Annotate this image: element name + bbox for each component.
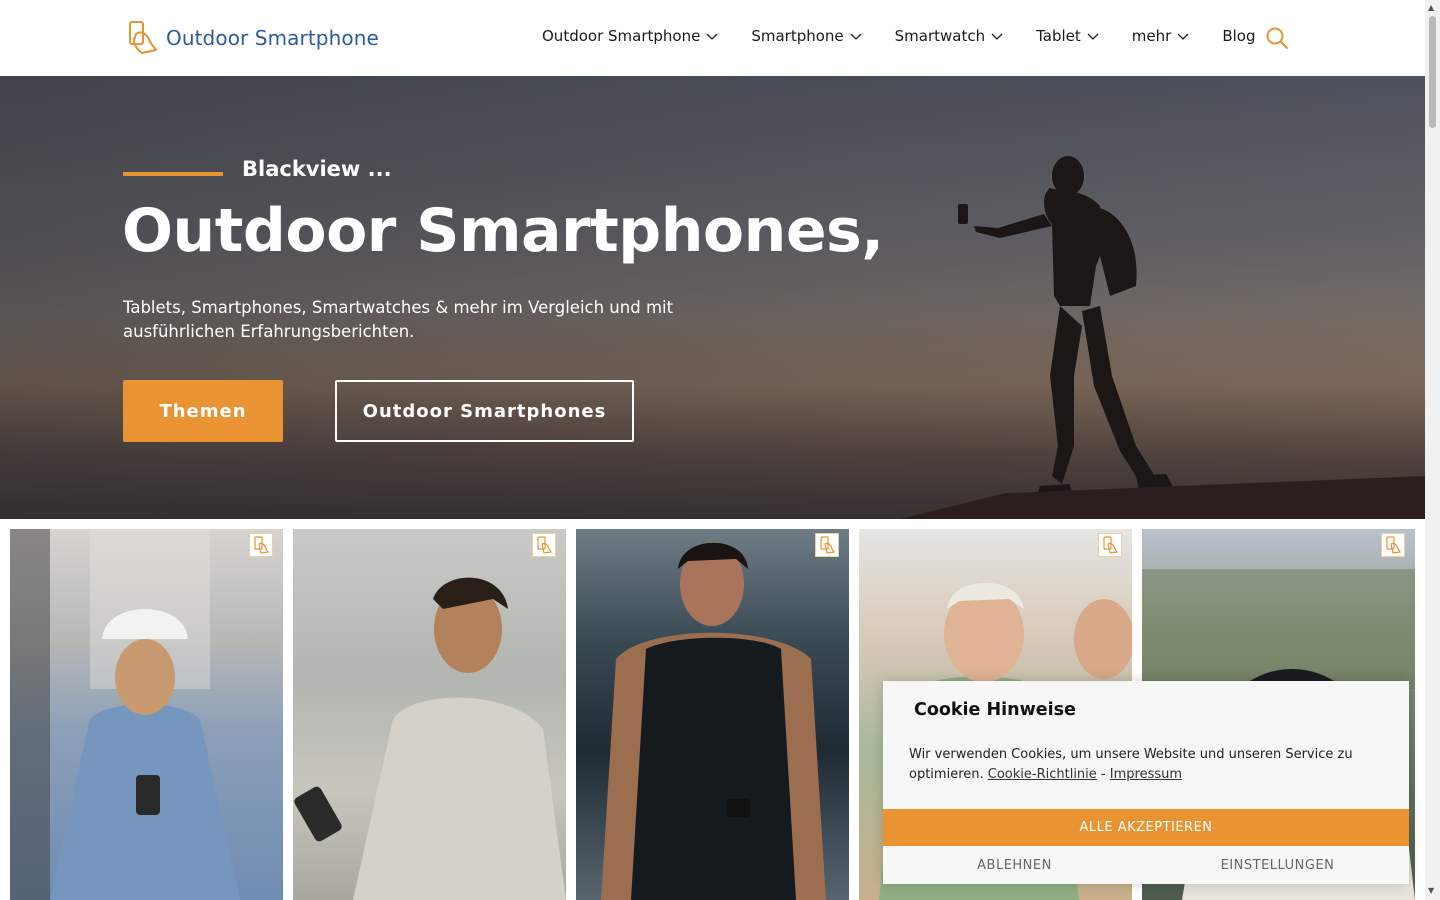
cookie-title: Cookie Hinweise — [914, 700, 1076, 720]
article-card[interactable] — [576, 529, 849, 900]
nav-item-label: Smartphone — [751, 27, 844, 45]
nav-item-label: Outdoor Smartphone — [542, 27, 701, 45]
man-phone-photo — [294, 577, 566, 900]
article-card[interactable] — [10, 529, 283, 900]
logo-text: Outdoor Smartphone — [166, 26, 379, 50]
nav-item-outdoor-smartphone[interactable]: Outdoor Smartphone — [542, 27, 718, 45]
chevron-down-icon — [706, 33, 718, 40]
accept-all-button[interactable]: ALLE AKZEPTIEREN — [883, 809, 1409, 846]
chevron-down-icon — [850, 33, 862, 40]
chevron-down-icon — [991, 33, 1003, 40]
nav-item-smartphone[interactable]: Smartphone — [751, 27, 862, 45]
imprint-link[interactable]: Impressum — [1110, 767, 1182, 782]
nav-item-label: Tablet — [1036, 27, 1081, 45]
themen-button[interactable]: Themen — [123, 380, 283, 442]
hero-section: Blackview ... Outdoor Smartphones, Table… — [0, 76, 1425, 519]
nav-item-label: Smartwatch — [894, 27, 986, 45]
nav-item-mehr[interactable]: mehr — [1132, 27, 1190, 45]
nav-item-label: mehr — [1131, 27, 1172, 45]
cookie-text: Wir verwenden Cookies, um unsere Website… — [909, 745, 1379, 785]
chevron-down-icon — [1177, 33, 1189, 40]
nav-item-label: Blog — [1222, 27, 1256, 45]
phone-logo-icon — [249, 533, 273, 557]
cookie-policy-link[interactable]: Cookie-Richtlinie — [988, 767, 1097, 782]
nav-item-blog[interactable]: Blog — [1222, 27, 1255, 45]
hero-subtitle: Tablets, Smartphones, Smartwatches & meh… — [123, 298, 674, 341]
main-nav: Outdoor Smartphone Smartphone Smartwatch… — [542, 27, 1288, 45]
hero-kicker: Blackview ... — [242, 157, 392, 181]
search-icon[interactable] — [1265, 26, 1289, 50]
cookie-secondary-actions: ABLEHNEN EINSTELLUNGEN — [883, 846, 1409, 884]
nav-item-tablet[interactable]: Tablet — [1036, 27, 1099, 45]
scrollbar-thumb[interactable] — [1429, 16, 1436, 128]
scroll-up-icon[interactable]: ▲ — [1428, 3, 1434, 12]
settings-button[interactable]: EINSTELLUNGEN — [1146, 846, 1409, 884]
nav-item-smartwatch[interactable]: Smartwatch — [895, 27, 1003, 45]
phone-logo-icon — [532, 533, 556, 557]
phone-logo-icon — [129, 21, 157, 54]
article-card[interactable] — [293, 529, 566, 900]
page-scrollbar[interactable]: ▲ ▼ — [1425, 0, 1440, 900]
chevron-down-icon — [1087, 33, 1099, 40]
link-separator: - — [1100, 767, 1106, 782]
athlete-watch-photo — [601, 542, 826, 900]
phone-logo-icon — [1381, 533, 1405, 557]
hero-title: Outdoor Smartphones, — [122, 196, 884, 266]
site-header: Outdoor Smartphone Outdoor Smartphone Sm… — [0, 0, 1425, 76]
worker-photo — [10, 529, 240, 900]
phone-logo-icon — [1098, 533, 1122, 557]
outdoor-smartphones-button[interactable]: Outdoor Smartphones — [335, 380, 634, 442]
phone-logo-icon — [815, 533, 839, 557]
scroll-down-icon[interactable]: ▼ — [1428, 886, 1434, 895]
decline-button[interactable]: ABLEHNEN — [883, 846, 1146, 884]
cookie-banner: Cookie Hinweise Wir verwenden Cookies, u… — [883, 681, 1409, 884]
hiker-silhouette — [958, 156, 1176, 498]
site-logo[interactable]: Outdoor Smartphone — [126, 20, 379, 56]
hero-accent-line — [123, 172, 223, 176]
